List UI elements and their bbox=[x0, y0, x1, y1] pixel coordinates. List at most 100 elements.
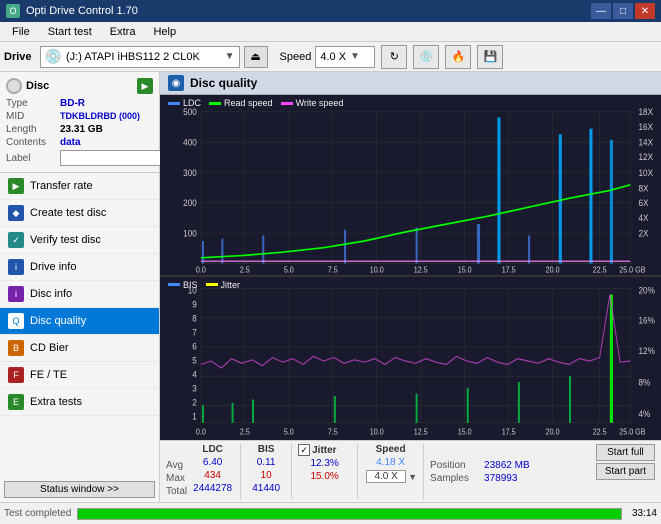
sidebar-item-disc-quality[interactable]: Q Disc quality bbox=[0, 308, 159, 335]
bottom-chart-svg: 10 9 8 7 6 5 4 3 2 1 20% 16% 12% 8% 4% bbox=[160, 277, 661, 440]
svg-text:16X: 16X bbox=[639, 121, 654, 131]
menu-file[interactable]: File bbox=[4, 24, 38, 40]
nav-items: ▶ Transfer rate ◆ Create test disc ✓ Ver… bbox=[0, 173, 159, 477]
drive-info-label: Drive info bbox=[30, 261, 76, 273]
bis-max: 10 bbox=[247, 470, 285, 481]
save-button[interactable]: 💾 bbox=[477, 45, 503, 69]
disc-panel: Disc ▶ Type BD-R MID TDKBLDRBD (000) Len… bbox=[0, 72, 159, 173]
status-window-button[interactable]: Status window >> bbox=[4, 481, 155, 498]
jitter-legend-dot bbox=[206, 283, 218, 286]
svg-text:20.0: 20.0 bbox=[546, 265, 560, 274]
svg-text:5.0: 5.0 bbox=[284, 427, 294, 437]
svg-text:2: 2 bbox=[192, 396, 197, 407]
drive-select-value: (J:) ATAPI iHBS112 2 CL0K bbox=[66, 51, 221, 63]
fe-te-label: FE / TE bbox=[30, 369, 67, 381]
content-area: ◉ Disc quality LDC Read speed bbox=[160, 72, 661, 502]
svg-text:18X: 18X bbox=[639, 107, 654, 117]
extra-tests-label: Extra tests bbox=[30, 396, 82, 408]
disc-length-row: Length 23.31 GB bbox=[6, 124, 153, 135]
sidebar-bottom: Status window >> bbox=[0, 477, 159, 502]
top-chart: LDC Read speed Write speed bbox=[160, 95, 661, 275]
svg-text:7.5: 7.5 bbox=[328, 265, 338, 274]
drive-toolbar: Drive 💿 (J:) ATAPI iHBS112 2 CL0K ▼ ⏏ Sp… bbox=[0, 42, 661, 72]
svg-text:22.5: 22.5 bbox=[593, 427, 607, 437]
sidebar-item-extra-tests[interactable]: E Extra tests bbox=[0, 389, 159, 416]
max-label: Max bbox=[166, 473, 187, 484]
speed-select-stats[interactable]: 4.0 X bbox=[366, 470, 406, 483]
type-value: BD-R bbox=[60, 98, 85, 109]
mid-label: MID bbox=[6, 111, 56, 122]
eject-button[interactable]: ⏏ bbox=[244, 46, 268, 68]
bis-total: 41440 bbox=[247, 483, 285, 494]
jitter-avg: 12.3% bbox=[298, 458, 351, 469]
sidebar-item-verify-test-disc[interactable]: ✓ Verify test disc bbox=[0, 227, 159, 254]
menu-extra[interactable]: Extra bbox=[102, 24, 144, 40]
sidebar-item-drive-info[interactable]: i Drive info bbox=[0, 254, 159, 281]
svg-text:25.0 GB: 25.0 GB bbox=[619, 427, 645, 437]
disc-title: Disc bbox=[26, 80, 49, 92]
position-value: 23862 MB bbox=[484, 460, 530, 471]
menu-help[interactable]: Help bbox=[145, 24, 184, 40]
jitter-checkbox[interactable]: ✓ bbox=[298, 444, 310, 456]
speed-select[interactable]: 4.0 X ▼ bbox=[315, 46, 375, 68]
mid-value: TDKBLDRBD (000) bbox=[60, 111, 140, 122]
sidebar-item-disc-info[interactable]: i Disc info bbox=[0, 281, 159, 308]
stats-labels: Avg Max Total bbox=[166, 444, 187, 499]
titlebar-left: O Opti Drive Control 1.70 bbox=[6, 4, 138, 18]
stats-bar: Avg Max Total LDC 6.40 434 2444278 BIS 0… bbox=[160, 440, 661, 502]
status-time: 33:14 bbox=[632, 508, 657, 519]
titlebar: O Opti Drive Control 1.70 — □ ✕ bbox=[0, 0, 661, 22]
disc-info-icon: i bbox=[8, 286, 24, 302]
svg-text:20%: 20% bbox=[639, 284, 656, 295]
bottom-chart: BIS Jitter bbox=[160, 277, 661, 440]
sidebar-item-cd-bier[interactable]: B CD Bier bbox=[0, 335, 159, 362]
drive-select[interactable]: 💿 (J:) ATAPI iHBS112 2 CL0K ▼ bbox=[40, 46, 240, 68]
disc-action-icon[interactable]: ▶ bbox=[137, 78, 153, 94]
jitter-header: Jitter bbox=[312, 445, 336, 456]
svg-text:6X: 6X bbox=[639, 198, 649, 208]
svg-text:5.0: 5.0 bbox=[284, 265, 294, 274]
bis-legend-label: BIS bbox=[183, 280, 198, 290]
samples-value: 378993 bbox=[484, 473, 517, 484]
sidebar-item-transfer-rate[interactable]: ▶ Transfer rate bbox=[0, 173, 159, 200]
bottom-chart-legend: BIS Jitter bbox=[168, 280, 240, 290]
transfer-rate-icon: ▶ bbox=[8, 178, 24, 194]
legend-read-speed: Read speed bbox=[209, 98, 273, 108]
ldc-legend-label: LDC bbox=[183, 98, 201, 108]
start-full-button[interactable]: Start full bbox=[596, 444, 655, 461]
minimize-button[interactable]: — bbox=[591, 3, 611, 19]
bis-legend-dot bbox=[168, 283, 180, 286]
svg-text:300: 300 bbox=[183, 167, 197, 177]
maximize-button[interactable]: □ bbox=[613, 3, 633, 19]
transfer-rate-label: Transfer rate bbox=[30, 180, 93, 192]
extra-tests-icon: E bbox=[8, 394, 24, 410]
svg-text:10.0: 10.0 bbox=[370, 427, 384, 437]
svg-text:400: 400 bbox=[183, 137, 197, 147]
bis-avg: 0.11 bbox=[247, 457, 285, 468]
sidebar-item-create-test-disc[interactable]: ◆ Create test disc bbox=[0, 200, 159, 227]
svg-text:17.5: 17.5 bbox=[502, 427, 516, 437]
svg-text:12.5: 12.5 bbox=[414, 265, 428, 274]
refresh-button[interactable]: ↻ bbox=[381, 45, 407, 69]
svg-text:6: 6 bbox=[192, 340, 197, 351]
ldc-max: 434 bbox=[191, 470, 234, 481]
svg-text:25.0 GB: 25.0 GB bbox=[619, 265, 645, 274]
ldc-avg: 6.40 bbox=[191, 457, 234, 468]
top-chart-svg: 500 400 300 200 100 18X 16X 14X 12X 10X … bbox=[160, 95, 661, 275]
close-button[interactable]: ✕ bbox=[635, 3, 655, 19]
drive-info-icon: i bbox=[8, 259, 24, 275]
disc-button[interactable]: 💿 bbox=[413, 45, 439, 69]
burn-button[interactable]: 🔥 bbox=[445, 45, 471, 69]
bis-header: BIS bbox=[247, 444, 285, 455]
menu-start-test[interactable]: Start test bbox=[40, 24, 100, 40]
svg-text:1: 1 bbox=[192, 410, 197, 421]
start-part-button[interactable]: Start part bbox=[596, 463, 655, 480]
statusbar: Test completed 33:14 bbox=[0, 502, 661, 524]
svg-text:9: 9 bbox=[192, 298, 197, 309]
type-label: Type bbox=[6, 98, 56, 109]
sidebar-item-fe-te[interactable]: F FE / TE bbox=[0, 362, 159, 389]
disc-info-label: Disc info bbox=[30, 288, 72, 300]
svg-text:10X: 10X bbox=[639, 167, 654, 177]
start-buttons: Start full Start part bbox=[596, 444, 655, 499]
svg-text:22.5: 22.5 bbox=[593, 265, 607, 274]
